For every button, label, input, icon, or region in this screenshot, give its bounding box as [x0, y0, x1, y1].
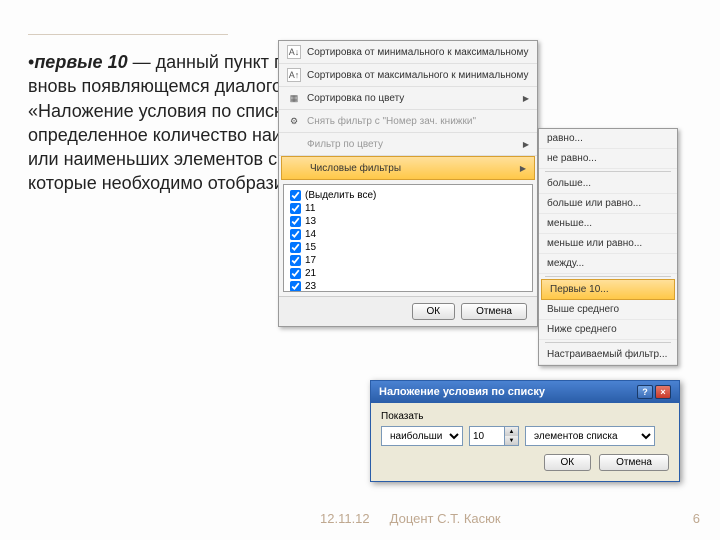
filter-values-list[interactable]: (Выделить все) 11 13 14 15 17 21 23 [283, 184, 533, 292]
footer: 12.11.12 Доцент С.Т. Касюк [320, 511, 501, 526]
number-filters-submenu: равно... не равно... больше... больше ил… [538, 128, 678, 366]
value-checkbox[interactable]: 17 [288, 254, 528, 267]
palette-icon: ▦ [287, 91, 301, 105]
dialog-buttons: ОК Отмена [381, 454, 669, 471]
value-checkbox[interactable]: 23 [288, 280, 528, 292]
sort-color-label: Сортировка по цвету [307, 93, 404, 104]
submenu-item-between[interactable]: между... [539, 254, 677, 274]
submenu-item-above-avg[interactable]: Выше среднего [539, 300, 677, 320]
sort-desc-item[interactable]: A↑ Сортировка от максимального к минимал… [279, 64, 537, 87]
sort-desc-icon: A↑ [287, 68, 301, 82]
show-label: Показать [381, 411, 669, 422]
sort-color-item[interactable]: ▦ Сортировка по цвету ▶ [279, 87, 537, 110]
count-input[interactable] [470, 427, 504, 445]
separator [545, 276, 671, 277]
dialog-controls-row: наибольших ▲▼ элементов списка [381, 426, 669, 446]
clear-filter-item: ⚙ Снять фильтр с "Номер зач. книжки" [279, 110, 537, 133]
filter-buttons: ОК Отмена [279, 296, 537, 326]
funnel-color-icon [287, 137, 301, 151]
sort-desc-label: Сортировка от максимального к минимально… [307, 70, 528, 81]
chevron-right-icon: ▶ [523, 140, 529, 149]
submenu-item-greatereq[interactable]: больше или равно... [539, 194, 677, 214]
page-number: 6 [693, 511, 700, 526]
dialog-titlebar[interactable]: Наложение условия по списку ? × [371, 381, 679, 403]
number-filters-item[interactable]: Числовые фильтры ▶ [281, 156, 535, 180]
sort-asc-item[interactable]: A↓ Сортировка от минимального к максимал… [279, 41, 537, 64]
clear-filter-label: Снять фильтр с "Номер зач. книжки" [307, 116, 476, 127]
filter-color-label: Фильтр по цвету [307, 139, 383, 150]
filter-dropdown: A↓ Сортировка от минимального к максимал… [278, 40, 538, 327]
value-checkbox[interactable]: 14 [288, 228, 528, 241]
unit-select[interactable]: элементов списка [525, 426, 655, 446]
footer-date: 12.11.12 [320, 511, 370, 526]
dialog-title: Наложение условия по списку [379, 386, 545, 398]
separator [545, 342, 671, 343]
footer-author: Доцент С.Т. Касюк [390, 511, 501, 526]
cancel-button[interactable]: Отмена [461, 303, 527, 320]
blank-icon [290, 161, 304, 175]
chevron-right-icon: ▶ [523, 94, 529, 103]
submenu-item-below-avg[interactable]: Ниже среднего [539, 320, 677, 340]
funnel-clear-icon: ⚙ [287, 114, 301, 128]
value-checkbox[interactable]: 13 [288, 215, 528, 228]
submenu-item-less[interactable]: меньше... [539, 214, 677, 234]
cancel-button[interactable]: Отмена [599, 454, 669, 471]
chevron-right-icon: ▶ [520, 164, 526, 173]
ok-button[interactable]: ОК [544, 454, 592, 471]
submenu-item-custom[interactable]: Настраиваемый фильтр... [539, 345, 677, 365]
number-filters-label: Числовые фильтры [310, 163, 401, 174]
submenu-item-equals[interactable]: равно... [539, 129, 677, 149]
count-spinner[interactable]: ▲▼ [469, 426, 519, 446]
submenu-item-greater[interactable]: больше... [539, 174, 677, 194]
top10-dialog: Наложение условия по списку ? × Показать… [370, 380, 680, 482]
help-button[interactable]: ? [637, 385, 653, 399]
direction-select[interactable]: наибольших [381, 426, 463, 446]
decorative-rule [28, 34, 228, 35]
ok-button[interactable]: ОК [412, 303, 456, 320]
separator [545, 171, 671, 172]
spin-up-icon[interactable]: ▲ [504, 427, 518, 436]
value-checkbox[interactable]: 11 [288, 202, 528, 215]
sort-asc-icon: A↓ [287, 45, 301, 59]
submenu-item-notequals[interactable]: не равно... [539, 149, 677, 169]
value-checkbox[interactable]: 15 [288, 241, 528, 254]
submenu-item-lesseq[interactable]: меньше или равно... [539, 234, 677, 254]
bullet-lead: первые 10 [34, 52, 127, 72]
select-all-checkbox[interactable]: (Выделить все) [288, 189, 528, 202]
dialog-body: Показать наибольших ▲▼ элементов списка … [371, 403, 679, 481]
submenu-item-top10[interactable]: Первые 10... [541, 279, 675, 300]
spin-down-icon[interactable]: ▼ [504, 436, 518, 445]
filter-color-item: Фильтр по цвету ▶ [279, 133, 537, 156]
value-checkbox[interactable]: 21 [288, 267, 528, 280]
close-button[interactable]: × [655, 385, 671, 399]
sort-asc-label: Сортировка от минимального к максимально… [307, 47, 528, 58]
